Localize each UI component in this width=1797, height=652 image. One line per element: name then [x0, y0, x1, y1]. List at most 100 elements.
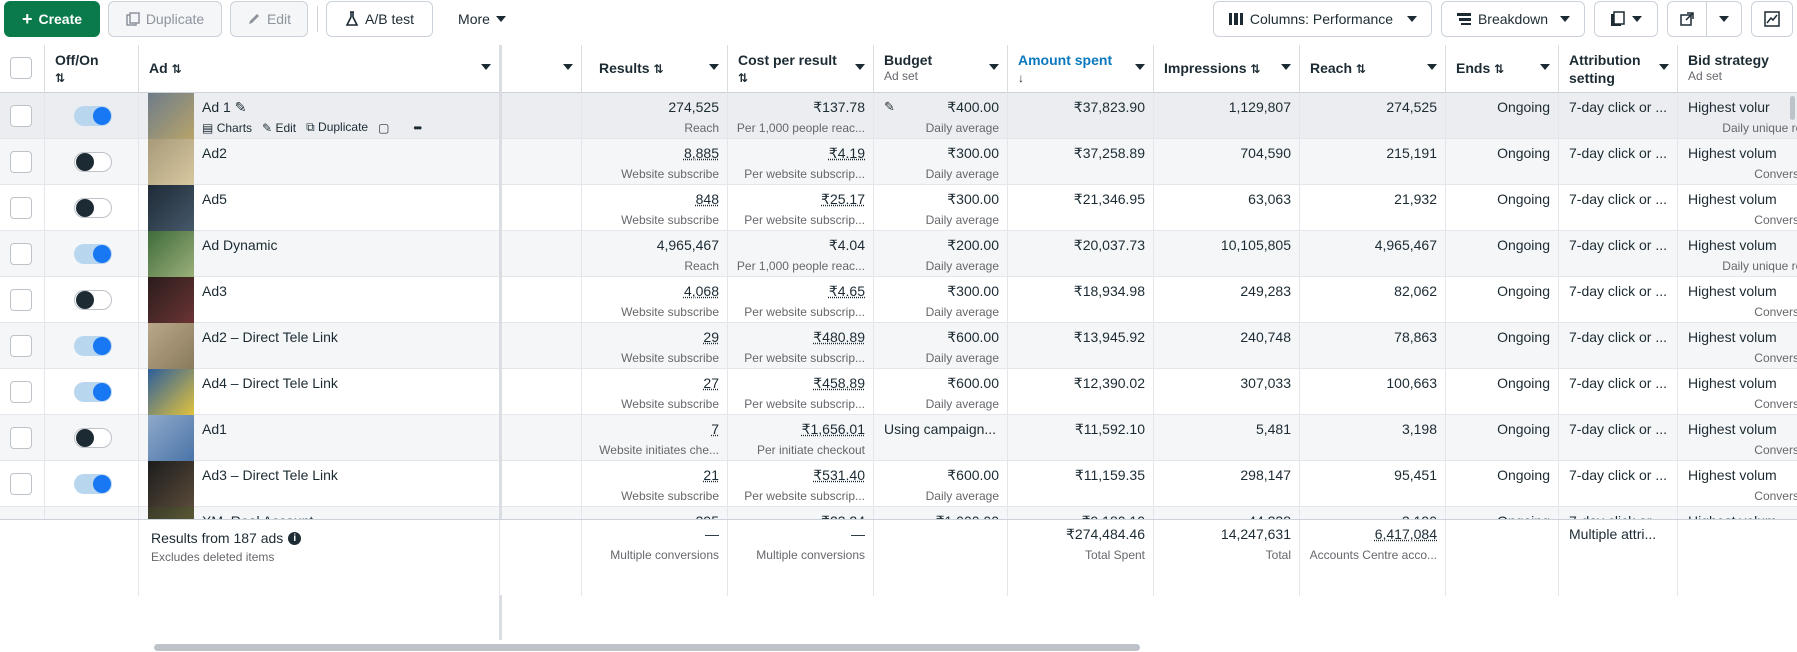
ad-thumbnail[interactable]	[148, 277, 194, 323]
ad-toggle[interactable]	[74, 382, 112, 402]
row-checkbox[interactable]	[10, 381, 32, 403]
ad-toggle[interactable]	[74, 474, 112, 494]
pencil-icon[interactable]: ✎	[884, 99, 895, 115]
header-reach[interactable]: Reach ⇅	[1300, 45, 1446, 93]
toggle-knob	[76, 153, 94, 171]
header-impressions[interactable]: Impressions ⇅	[1154, 45, 1300, 93]
row-bid-cell: Highest volum Conversion	[1678, 461, 1797, 507]
ad-name[interactable]: Ad5	[202, 191, 227, 207]
header-attribution[interactable]: Attribution setting	[1559, 45, 1678, 93]
row-reach-cell: 100,663	[1300, 369, 1446, 415]
ad-toggle[interactable]	[74, 152, 112, 172]
ad-thumbnail[interactable]	[148, 93, 194, 139]
ad-toggle[interactable]	[74, 106, 112, 126]
table-row[interactable]: Ad Dynamic 4,965,467 Reach ₹4.04 Per 1,0…	[0, 231, 1797, 277]
info-icon[interactable]: i	[288, 531, 302, 545]
pencil-icon[interactable]: ✎	[235, 99, 247, 115]
header-offon[interactable]: Off/On ⇅	[45, 45, 139, 93]
ad-name[interactable]: Ad2 – Direct Tele Link	[202, 329, 338, 345]
row-attribution-cell: 7-day click or ...	[1559, 185, 1678, 231]
preview-icon[interactable]: ▢	[378, 121, 389, 135]
row-checkbox[interactable]	[10, 197, 32, 219]
ad-name[interactable]: Ad1	[202, 421, 227, 437]
header-cost-per-result[interactable]: Cost per result ⇅	[728, 45, 874, 93]
header-amount-spent[interactable]: Amount spent ↓	[1008, 45, 1154, 93]
export-button[interactable]	[1667, 1, 1707, 37]
columns-dropdown[interactable]: Columns: Performance	[1213, 1, 1432, 37]
row-results-cell: 27 Website subscribe	[582, 369, 728, 415]
row-attribution-cell: 7-day click or ...	[1559, 277, 1678, 323]
ad-toggle[interactable]	[74, 336, 112, 356]
table-row[interactable]: Ad1 7 Website initiates che... ₹1,656.01…	[0, 415, 1797, 461]
row-cpr-cell: ₹4.65 Per website subscrip...	[728, 277, 874, 323]
row-budget-cell: ₹300.00 Daily average	[874, 139, 1008, 185]
ads-table: Off/On ⇅ Ad ⇅ Results ⇅ Cost per result …	[0, 45, 1797, 565]
table-row[interactable]: Ad 1 ✎ ▤ Charts ✎ Edit ⧉ Duplicate ▢ •••…	[0, 93, 1797, 139]
table-row[interactable]: Ad5 848 Website subscribe ₹25.17 Per web…	[0, 185, 1797, 231]
row-checkbox[interactable]	[10, 473, 32, 495]
row-checkbox[interactable]	[10, 289, 32, 311]
edit-button[interactable]: Edit	[230, 1, 308, 37]
plus-icon: +	[21, 9, 33, 29]
row-select-cell	[0, 461, 45, 507]
ad-toggle[interactable]	[74, 198, 112, 218]
row-checkbox[interactable]	[10, 427, 32, 449]
table-row[interactable]: Ad2 8,885 Website subscribe ₹4.19 Per we…	[0, 139, 1797, 185]
ad-toggle[interactable]	[74, 428, 112, 448]
duplicate-link[interactable]: ⧉ Duplicate	[306, 120, 368, 135]
table-row[interactable]: Ad2 – Direct Tele Link 29 Website subscr…	[0, 323, 1797, 369]
bar-chart-icon: ▤	[202, 120, 214, 135]
row-checkbox[interactable]	[10, 105, 32, 127]
ad-thumbnail[interactable]	[148, 323, 194, 369]
edit-link[interactable]: ✎ Edit	[262, 121, 296, 135]
export-dropdown[interactable]	[1706, 1, 1742, 37]
caret-down-icon	[563, 64, 573, 70]
toggle-knob	[93, 107, 111, 125]
row-budget-cell: ✎ ₹400.00 Daily average	[874, 93, 1008, 139]
ad-thumbnail[interactable]	[148, 415, 194, 461]
select-all-checkbox[interactable]	[10, 57, 32, 79]
duplicate-button[interactable]: Duplicate	[108, 1, 222, 37]
row-bid-cell: Highest volum Conversion	[1678, 277, 1797, 323]
ad-name[interactable]: Ad4 – Direct Tele Link	[202, 375, 338, 391]
ad-name[interactable]: Ad 1 ✎	[202, 99, 246, 116]
header-bid-strategy[interactable]: Bid strategy Ad set	[1678, 45, 1797, 93]
header-results[interactable]: Results ⇅	[582, 45, 728, 93]
ad-name[interactable]: Ad2	[202, 145, 227, 161]
ad-thumbnail[interactable]	[148, 139, 194, 185]
ab-test-button[interactable]: A/B test	[326, 1, 433, 37]
row-impressions-cell: 10,105,805	[1154, 231, 1300, 277]
reports-dropdown[interactable]	[1594, 1, 1658, 37]
row-checkbox[interactable]	[10, 243, 32, 265]
ad-toggle[interactable]	[74, 244, 112, 264]
row-ends-cell: Ongoing	[1446, 185, 1559, 231]
table-row[interactable]: Ad4 – Direct Tele Link 27 Website subscr…	[0, 369, 1797, 415]
pencil-icon	[247, 12, 261, 26]
row-checkbox[interactable]	[10, 335, 32, 357]
header-ad[interactable]: Ad ⇅	[139, 45, 500, 93]
header-budget[interactable]: Budget Ad set	[874, 45, 1008, 93]
more-actions-icon[interactable]: •••	[413, 121, 421, 135]
row-blank-cell	[502, 139, 582, 185]
more-dropdown[interactable]: More	[446, 1, 518, 37]
ad-name[interactable]: Ad3 – Direct Tele Link	[202, 467, 338, 483]
header-ends[interactable]: Ends ⇅	[1446, 45, 1559, 93]
ad-name[interactable]: Ad3	[202, 283, 227, 299]
table-row[interactable]: Ad3 4,068 Website subscribe ₹4.65 Per we…	[0, 277, 1797, 323]
footer-reach: 6,417,084 Accounts Centre acco...	[1300, 520, 1446, 596]
ad-thumbnail[interactable]	[148, 231, 194, 277]
ad-toggle[interactable]	[74, 290, 112, 310]
ad-thumbnail[interactable]	[148, 185, 194, 231]
row-spent-cell: ₹12,390.02	[1008, 369, 1154, 415]
row-checkbox[interactable]	[10, 151, 32, 173]
breakdown-dropdown[interactable]: Breakdown	[1441, 1, 1585, 37]
ad-name[interactable]: Ad Dynamic	[202, 237, 277, 253]
create-button[interactable]: + Create	[4, 1, 100, 37]
charts-link[interactable]: ▤ Charts	[202, 121, 252, 135]
horizontal-scrollbar[interactable]	[154, 644, 1140, 651]
charts-toggle-button[interactable]	[1751, 1, 1793, 37]
vertical-scrollbar[interactable]	[1790, 96, 1795, 120]
ad-thumbnail[interactable]	[148, 461, 194, 507]
table-row[interactable]: Ad3 – Direct Tele Link 21 Website subscr…	[0, 461, 1797, 507]
ad-thumbnail[interactable]	[148, 369, 194, 415]
